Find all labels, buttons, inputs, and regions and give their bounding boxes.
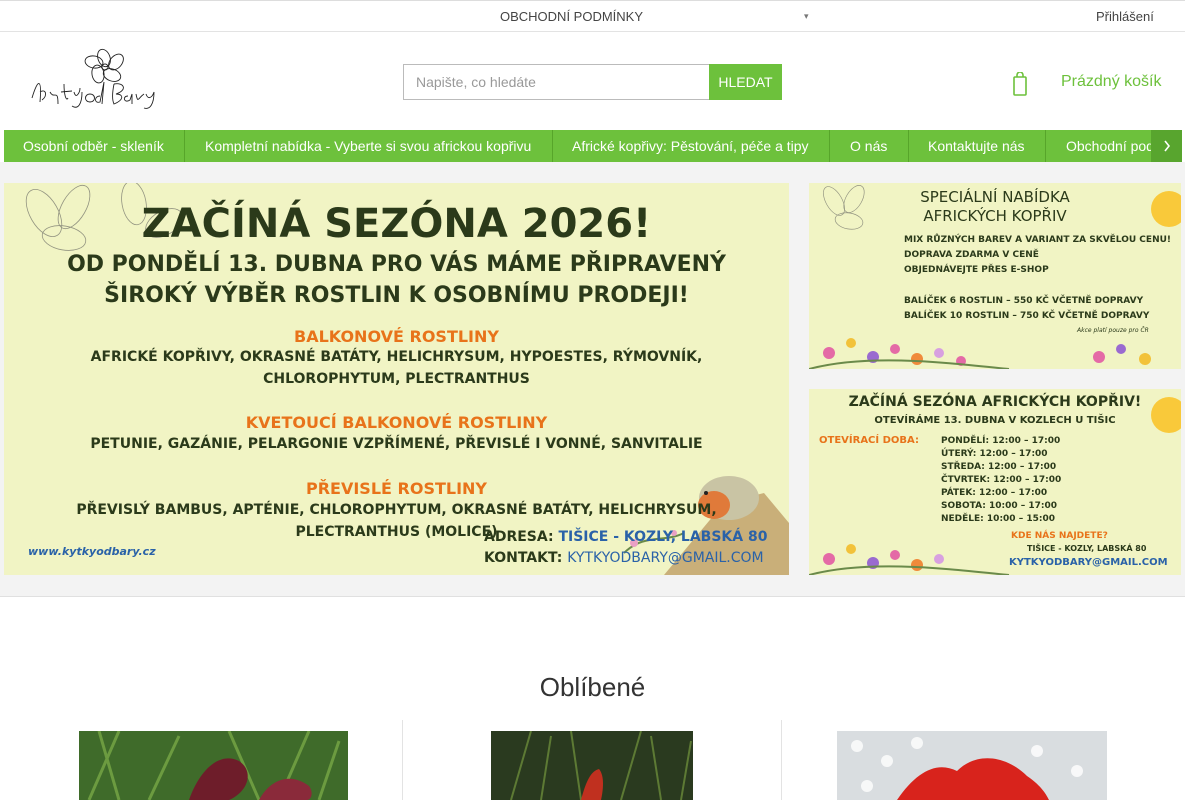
banner-subtitle: ŠIROKÝ VÝBĚR ROSTLIN K OSOBNÍMU PRODEJI! xyxy=(104,283,689,308)
search-input[interactable] xyxy=(403,64,709,100)
terms-link[interactable]: OBCHODNÍ PODMÍNKY xyxy=(500,9,643,24)
find-label: KDE NÁS NAJDETE? xyxy=(1011,531,1108,541)
product-image[interactable] xyxy=(491,731,693,800)
banner-contact: KONTAKT: KYTKYODBARY@GMAIL.COM xyxy=(484,550,764,566)
contact-value: KYTKYODBARY@GMAIL.COM xyxy=(567,550,764,566)
banner-line: CHLOROPHYTUM, PLECTRANTHUS xyxy=(263,371,530,387)
search-form: HLEDAT xyxy=(403,64,782,100)
section-title-favorites: Oblíbené xyxy=(539,672,646,702)
offer-note: Akce platí pouze pro ČR xyxy=(1077,327,1149,334)
address-label: ADRESA: xyxy=(484,529,554,545)
logo[interactable] xyxy=(28,48,172,110)
nav-divider xyxy=(1045,130,1046,162)
offer-item: OBJEDNÁVEJTE PŘES E-SHOP xyxy=(904,265,1049,275)
email-value: KYTKYODBARY@GMAIL.COM xyxy=(1009,557,1168,568)
package-item: BALÍČEK 10 ROSTLIN – 750 KČ VČETNĚ DOPRA… xyxy=(904,311,1150,321)
contact-label: KONTAKT: xyxy=(484,550,563,566)
search-button[interactable]: HLEDAT xyxy=(709,64,782,100)
banner-title: AFRICKÝCH KOPŘIV xyxy=(923,207,1067,225)
hours-label: OTEVÍRACÍ DOBA: xyxy=(819,435,919,446)
package-item: BALÍČEK 6 ROSTLIN – 550 KČ VČETNĚ DOPRAV… xyxy=(904,296,1144,306)
nav-divider xyxy=(184,130,185,162)
hours-item: PÁTEK: 12:00 – 17:00 xyxy=(941,488,1048,498)
hours-item: PONDĚLÍ: 12:00 – 17:00 xyxy=(941,436,1061,446)
banner-line: AFRICKÉ KOPŘIVY, OKRASNÉ BATÁTY, HELICHR… xyxy=(90,349,703,365)
banner-heading: PŘEVISLÉ ROSTLINY xyxy=(305,479,487,498)
banner-title: SPECIÁLNÍ NABÍDKA xyxy=(920,188,1070,206)
login-link[interactable]: Přihlášení xyxy=(1096,9,1154,24)
product-card[interactable] xyxy=(0,720,402,800)
chevron-right-icon xyxy=(1164,140,1171,152)
nav-item-pickup[interactable]: Osobní odběr - skleník xyxy=(23,130,164,162)
product-card[interactable] xyxy=(403,720,781,800)
nav-item-care[interactable]: Africké kopřivy: Pěstování, péče a tipy xyxy=(572,130,809,162)
offer-item: DOPRAVA ZDARMA V CENĚ xyxy=(904,250,1039,260)
banner-subtitle: OD PONDĚLÍ 13. DUBNA PRO VÁS MÁME PŘIPRA… xyxy=(67,252,726,277)
nav-item-about[interactable]: O nás xyxy=(850,130,887,162)
banner-address: ADRESA: TIŠICE - KOZLY, LABSKÁ 80 xyxy=(484,529,767,545)
package-list: BALÍČEK 6 ROSTLIN – 550 KČ VČETNĚ DOPRAV… xyxy=(904,294,1149,324)
banner-web: www.kytkyodbary.cz xyxy=(28,545,156,558)
nav-divider xyxy=(552,130,553,162)
chevron-icon[interactable]: ▾ xyxy=(804,11,812,21)
product-image[interactable] xyxy=(837,731,1107,800)
banner-line: PŘEVISLÝ BAMBUS, APTÉNIE, CHLOROPHYTUM, … xyxy=(76,502,717,518)
banner-heading: KVETOUCÍ BALKONOVÉ ROSTLINY xyxy=(245,413,548,432)
hours-item: SOBOTA: 10:00 – 17:00 xyxy=(941,501,1058,511)
hours-item: ÚTERÝ: 12:00 – 17:00 xyxy=(941,449,1048,459)
header: HLEDAT Prázdný košík xyxy=(0,32,1185,130)
main-nav: Osobní odběr - skleník Kompletní nabídka… xyxy=(4,130,1182,162)
cart-icon[interactable] xyxy=(1013,72,1027,96)
banner-subtitle: OTEVÍRÁME 13. DUBNA V KOZLECH U TIŠIC xyxy=(874,415,1116,426)
top-bar: OBCHODNÍ PODMÍNKY ▾ Přihlášení xyxy=(0,0,1185,32)
banner-special-offer[interactable]: SPECIÁLNÍ NABÍDKA AFRICKÝCH KOPŘIV MIX R… xyxy=(809,183,1181,369)
nav-scroll-button[interactable] xyxy=(1151,130,1182,162)
address-value: TIŠICE - KOZLY, LABSKÁ 80 xyxy=(558,529,768,545)
nav-item-terms[interactable]: Obchodní pod xyxy=(1066,130,1154,162)
hours-item: STŘEDA: 12:00 – 17:00 xyxy=(941,462,1057,472)
banner-opening-hours[interactable]: ZAČÍNÁ SEZÓNA AFRICKÝCH KOPŘIV! OTEVÍRÁM… xyxy=(809,389,1181,575)
nav-item-contact[interactable]: Kontaktujte nás xyxy=(928,130,1025,162)
nav-item-offer[interactable]: Kompletní nabídka - Vyberte si svou afri… xyxy=(205,130,531,162)
cart-link[interactable]: Prázdný košík xyxy=(1061,73,1161,91)
address-value: TIŠICE - KOZLY, LABSKÁ 80 xyxy=(1027,544,1147,553)
product-image[interactable] xyxy=(79,731,348,800)
banner-line: PETUNIE, GAZÁNIE, PELARGONIE VZPŘÍMENÉ, … xyxy=(90,436,703,452)
banner-title: ZAČÍNÁ SEZÓNA AFRICKÝCH KOPŘIV! xyxy=(848,394,1142,410)
banner-heading: BALKONOVÉ ROSTLINY xyxy=(294,327,499,346)
hours-list: PONDĚLÍ: 12:00 – 17:00 ÚTERÝ: 12:00 – 17… xyxy=(941,435,1061,526)
nav-divider xyxy=(908,130,909,162)
banner-season-2026[interactable]: ZAČÍNÁ SEZÓNA 2026! OD PONDĚLÍ 13. DUBNA… xyxy=(4,183,789,575)
nav-divider xyxy=(829,130,830,162)
hours-item: NEDĚLE: 10:00 – 15:00 xyxy=(941,514,1055,524)
banner-title: ZAČÍNÁ SEZÓNA 2026! xyxy=(141,201,652,247)
offer-item: MIX RŮZNÝCH BAREV A VARIANT ZA SKVĚLOU C… xyxy=(904,235,1172,245)
offer-list: MIX RŮZNÝCH BAREV A VARIANT ZA SKVĚLOU C… xyxy=(904,233,1171,278)
hours-item: ČTVRTEK: 12:00 – 17:00 xyxy=(941,475,1062,485)
product-card[interactable] xyxy=(782,720,1185,800)
